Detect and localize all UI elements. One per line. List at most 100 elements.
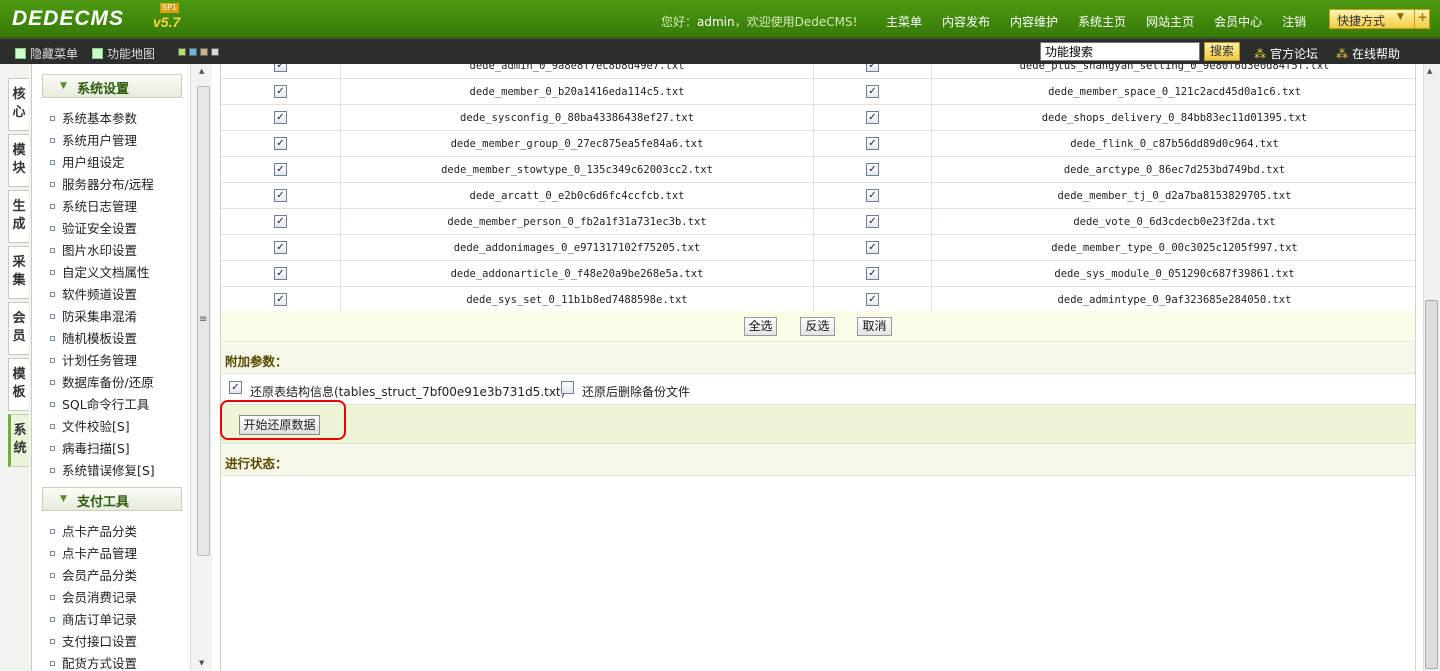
- official-forum-link[interactable]: ⁂ 官方论坛: [1254, 45, 1318, 62]
- nav-main-menu[interactable]: 主菜单: [876, 0, 932, 38]
- nav-logout[interactable]: 注销: [1272, 0, 1316, 38]
- tab-members[interactable]: 会员: [8, 302, 29, 355]
- file-checkbox-left[interactable]: ✓: [274, 163, 287, 176]
- tab-modules[interactable]: 模块: [8, 134, 29, 187]
- sidebar-item[interactable]: 计划任务管理: [50, 350, 137, 369]
- skin-blue-swatch[interactable]: [189, 48, 197, 56]
- sidebar-item-label: 会员产品分类: [62, 568, 138, 583]
- sidebar-item[interactable]: 病毒扫描[S]: [50, 438, 130, 457]
- sidebar-item[interactable]: 用户组设定: [50, 152, 125, 171]
- nav-content-maintain[interactable]: 内容维护: [1000, 0, 1068, 38]
- welcome-suffix: ，欢迎使用DedeCMS!: [734, 15, 858, 29]
- tab-generate[interactable]: 生成: [8, 190, 29, 243]
- tab-templates[interactable]: 模板: [8, 358, 29, 411]
- file-checkbox-left[interactable]: ✓: [274, 137, 287, 150]
- table-row: ✓ dede_addonimages_0_e971317102f75205.txt…: [221, 235, 1415, 261]
- cancel-selection-button[interactable]: 取消: [857, 317, 892, 336]
- sidebar-item[interactable]: 配货方式设置: [50, 653, 137, 671]
- sidebar-item[interactable]: 系统基本参数: [50, 108, 137, 127]
- nav-member-center[interactable]: 会员中心: [1204, 0, 1272, 38]
- file-checkbox-left[interactable]: ✓: [274, 241, 287, 254]
- plus-icon[interactable]: +: [1414, 10, 1430, 28]
- bullet-icon: [50, 116, 55, 121]
- bullet-icon: [50, 639, 55, 644]
- online-help-link[interactable]: ⁂ 在线帮助: [1336, 45, 1400, 62]
- sidebar-item[interactable]: 软件频道设置: [50, 284, 137, 303]
- sidebar-item[interactable]: 系统用户管理: [50, 130, 137, 149]
- tab-collect[interactable]: 采集: [8, 246, 29, 299]
- function-search-input[interactable]: [1040, 42, 1200, 61]
- sidebar-item[interactable]: 会员产品分类: [50, 565, 137, 584]
- file-checkbox-left[interactable]: ✓: [274, 64, 287, 72]
- delete-backup-checkbox[interactable]: [561, 381, 574, 394]
- scroll-down-icon[interactable]: ▼: [199, 659, 204, 667]
- sidebar-item[interactable]: 服务器分布/远程: [50, 174, 154, 193]
- file-checkbox-left[interactable]: ✓: [274, 189, 287, 202]
- backup-file-name: dede_shops_delivery_0_84bb83ec11d01395.t…: [1041, 112, 1308, 124]
- scroll-up-icon[interactable]: ▲: [199, 67, 204, 75]
- sidebar-item[interactable]: 系统错误修复[S]: [50, 460, 155, 479]
- sidebar-item[interactable]: 会员消费记录: [50, 587, 137, 606]
- column-divider: [813, 261, 814, 287]
- file-checkbox-right[interactable]: ✓: [866, 241, 879, 254]
- quick-menu-dropdown[interactable]: 快捷方式 ▼ +: [1329, 9, 1430, 29]
- sidebar-item[interactable]: 点卡产品分类: [50, 521, 137, 540]
- bullet-icon: [50, 314, 55, 319]
- file-checkbox-left[interactable]: ✓: [274, 111, 287, 124]
- backup-file-name: dede_arctype_0_86ec7d253bd749bd.txt: [1063, 164, 1286, 176]
- main-scroll-up-icon[interactable]: ▲: [1427, 67, 1432, 75]
- invert-selection-button[interactable]: 反选: [800, 317, 835, 336]
- site-map-link[interactable]: 功能地图: [92, 45, 155, 62]
- file-checkbox-right[interactable]: ✓: [866, 111, 879, 124]
- sidebar-item[interactable]: 图片水印设置: [50, 240, 137, 259]
- sidebar-item[interactable]: 系统日志管理: [50, 196, 137, 215]
- sidebar-item[interactable]: 自定义文档属性: [50, 262, 150, 281]
- backup-file-name: dede_flink_0_c87b56dd89d0c964.txt: [1070, 138, 1279, 150]
- sidebar-item[interactable]: 验证安全设置: [50, 218, 137, 237]
- select-all-button[interactable]: 全选: [744, 317, 777, 336]
- skin-green-swatch[interactable]: [178, 48, 186, 56]
- table-row: ✓ dede_sysconfig_0_80ba43386438ef27.txt ✓ d…: [221, 105, 1415, 131]
- bullet-icon: [50, 617, 55, 622]
- file-checkbox-right[interactable]: ✓: [866, 85, 879, 98]
- splitter-grip-icon[interactable]: ≡: [199, 314, 207, 325]
- main-scroll-thumb[interactable]: [1425, 300, 1438, 669]
- file-checkbox-left[interactable]: ✓: [274, 85, 287, 98]
- sidebar-item-label: 用户组设定: [62, 155, 125, 170]
- nav-content-publish[interactable]: 内容发布: [932, 0, 1000, 38]
- file-checkbox-right[interactable]: ✓: [866, 137, 879, 150]
- file-checkbox-left[interactable]: ✓: [274, 215, 287, 228]
- nav-site-home[interactable]: 网站主页: [1136, 0, 1204, 38]
- file-checkbox-left[interactable]: ✓: [274, 267, 287, 280]
- search-button[interactable]: 搜索: [1204, 42, 1240, 61]
- sidebar-group-header[interactable]: ▼ 支付工具: [42, 487, 182, 511]
- sidebar-item[interactable]: 支付接口设置: [50, 631, 137, 650]
- tab-core[interactable]: 核心: [8, 78, 29, 131]
- sidebar-item[interactable]: 防采集串混淆: [50, 306, 137, 325]
- file-checkbox-left[interactable]: ✓: [274, 293, 287, 306]
- table-row: ✓ dede_sys_set_0_11b1b8ed7488598e.txt ✓ ded…: [221, 287, 1415, 313]
- sidebar-item[interactable]: 商店订单记录: [50, 609, 137, 628]
- file-checkbox-right[interactable]: ✓: [866, 163, 879, 176]
- restore-struct-checkbox[interactable]: ✓: [229, 381, 242, 394]
- file-checkbox-right[interactable]: ✓: [866, 215, 879, 228]
- table-row: ✓ dede_addonarticle_0_f48e20a9be268e5a.tx…: [221, 261, 1415, 287]
- tab-system[interactable]: 系统: [8, 414, 29, 467]
- skin-gray-swatch[interactable]: [211, 48, 219, 56]
- sidebar-item[interactable]: 文件校验[S]: [50, 416, 130, 435]
- chevron-down-icon: ▼: [1397, 12, 1404, 22]
- main-frame: ✓ dede_admin_0_9a8e8f7ec8b8d49e7.txt ✓ dede…: [212, 64, 1440, 671]
- sidebar-item[interactable]: SQL命令行工具: [50, 394, 149, 413]
- sidebar-group-header[interactable]: ▼ 系统设置: [42, 74, 182, 98]
- highlight-annotation: [220, 400, 346, 440]
- sidebar-item[interactable]: 数据库备份/还原: [50, 372, 154, 391]
- file-checkbox-right[interactable]: ✓: [866, 267, 879, 280]
- file-checkbox-right[interactable]: ✓: [866, 293, 879, 306]
- sidebar-item[interactable]: 随机模板设置: [50, 328, 137, 347]
- skin-brown-swatch[interactable]: [200, 48, 208, 56]
- nav-system-home[interactable]: 系统主页: [1068, 0, 1136, 38]
- file-checkbox-right[interactable]: ✓: [866, 64, 879, 72]
- file-checkbox-right[interactable]: ✓: [866, 189, 879, 202]
- hide-menu-link[interactable]: 隐藏菜单: [15, 45, 78, 62]
- sidebar-item[interactable]: 点卡产品管理: [50, 543, 137, 562]
